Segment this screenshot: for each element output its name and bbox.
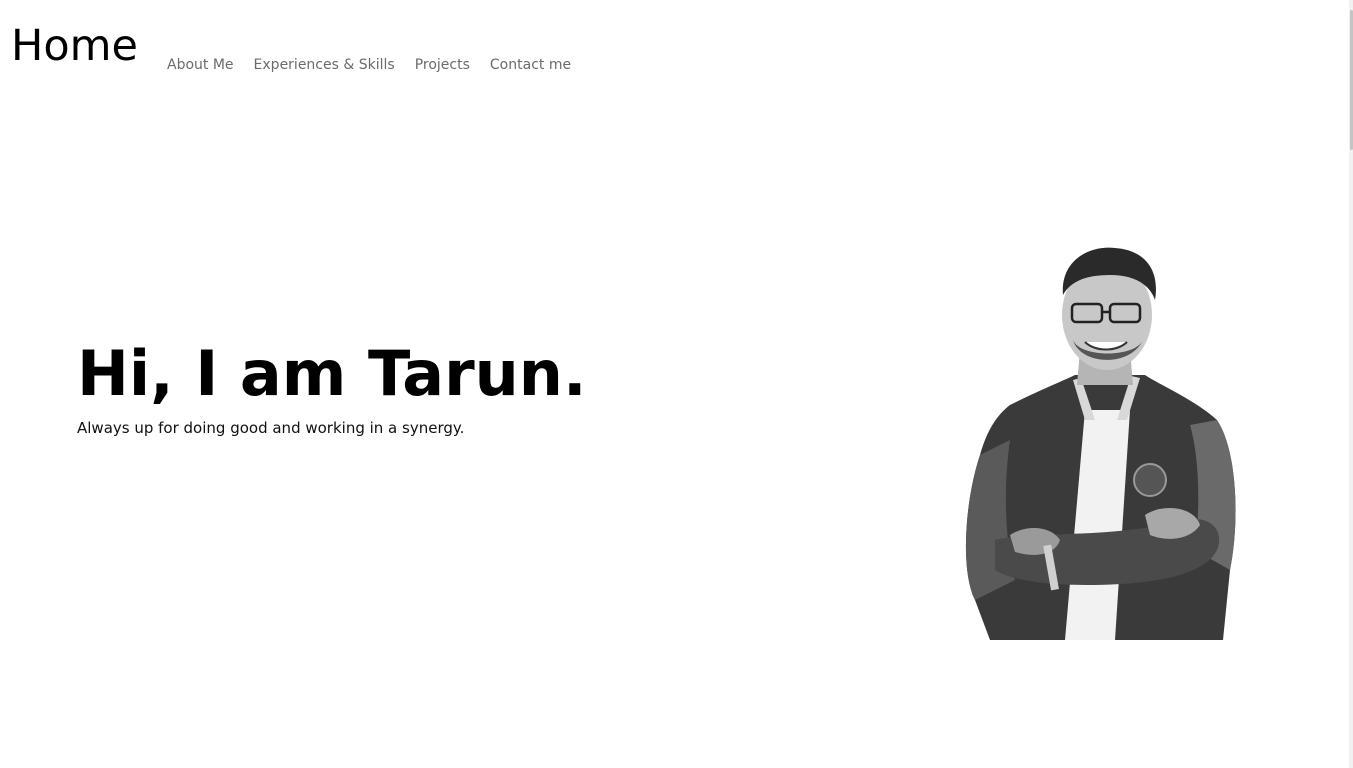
main-nav: About Me Experiences & Skills Projects C… bbox=[167, 56, 571, 74]
portrait-photo bbox=[955, 240, 1245, 640]
nav-projects[interactable]: Projects bbox=[415, 56, 470, 74]
page: Home About Me Experiences & Skills Proje… bbox=[0, 0, 1353, 768]
hero-subtitle: Always up for doing good and working in … bbox=[77, 419, 465, 437]
hero-title: Hi, I am Tarun. bbox=[77, 337, 587, 410]
nav-contact-me[interactable]: Contact me bbox=[490, 56, 571, 74]
nav-experiences-skills[interactable]: Experiences & Skills bbox=[254, 56, 395, 74]
scrollbar[interactable] bbox=[1349, 0, 1353, 768]
nav-about-me[interactable]: About Me bbox=[167, 56, 234, 74]
home-link[interactable]: Home bbox=[11, 20, 138, 72]
